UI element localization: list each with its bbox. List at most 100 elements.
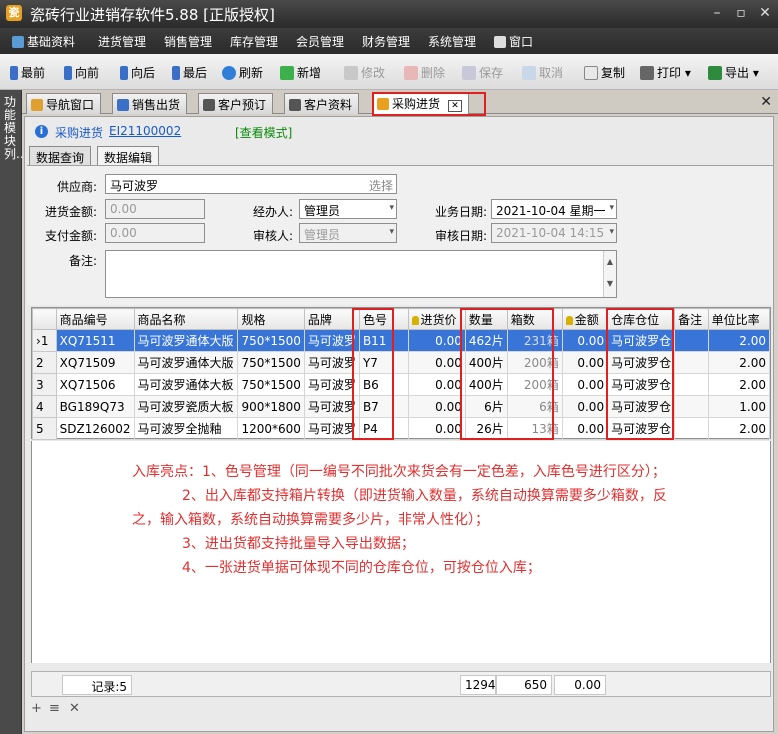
cell-qty[interactable]: 400片	[464, 373, 508, 396]
supplier-select-button[interactable]: 选择	[369, 177, 393, 193]
tab-customer-order[interactable]: 客户预订	[198, 93, 274, 114]
col-header-warehouse[interactable]: 仓库仓位	[607, 308, 676, 330]
cell-name[interactable]: 马可波罗通体大版	[133, 329, 239, 352]
row-indicator[interactable]: 3	[32, 373, 57, 396]
table-row[interactable]: 2 XQ71509 马可波罗通体大版 750*1500 马可波罗 Y7 0.00…	[32, 351, 771, 374]
maximize-icon[interactable]: ▫	[732, 4, 750, 22]
save-button[interactable]: 保存	[462, 64, 503, 81]
cell-price[interactable]: 0.00	[407, 395, 466, 418]
cell-qty[interactable]: 400片	[464, 351, 508, 374]
col-header-ratio[interactable]: 单位比率	[707, 308, 771, 330]
cell-spec[interactable]: 750*1500	[237, 351, 305, 374]
cell-color[interactable]: P4	[358, 417, 409, 440]
col-header-price[interactable]: 进货价	[407, 308, 466, 330]
cell-code[interactable]: XQ71509	[55, 351, 135, 374]
col-header-boxes[interactable]: 箱数	[506, 308, 563, 330]
cell-brand[interactable]: 马可波罗	[303, 395, 360, 418]
close-icon[interactable]: ✕	[756, 4, 774, 22]
cell-code[interactable]: SDZ126002	[55, 417, 135, 440]
cell-amount[interactable]: 0.00	[561, 417, 609, 440]
cell-code[interactable]: XQ71506	[55, 373, 135, 396]
refresh-button[interactable]: 刷新	[222, 64, 263, 81]
cell-note[interactable]	[674, 417, 709, 440]
table-row[interactable]: 5 SDZ126002 马可波罗全抛釉 1200*600 马可波罗 P4 0.0…	[32, 417, 771, 440]
reviewer-select[interactable]: 管理员 ▾	[299, 223, 397, 243]
cell-ratio[interactable]: 1.00	[707, 395, 771, 418]
tab-sales-out[interactable]: 销售出货	[112, 93, 188, 114]
cell-code[interactable]: BG189Q73	[55, 395, 135, 418]
col-header-spec[interactable]: 规格	[237, 308, 305, 330]
delete-button[interactable]: 删除	[404, 64, 445, 81]
cell-warehouse[interactable]: 马可波罗仓	[607, 351, 676, 374]
row-indicator[interactable]: 5	[32, 417, 57, 440]
col-header-code[interactable]: 商品编号	[55, 308, 135, 330]
cell-ratio[interactable]: 2.00	[707, 329, 771, 352]
cell-warehouse[interactable]: 马可波罗仓	[607, 373, 676, 396]
function-module-sidebar[interactable]: 功能模块列...	[0, 90, 27, 734]
edit-button[interactable]: 修改	[344, 64, 385, 81]
cell-name[interactable]: 马可波罗瓷质大板	[133, 395, 239, 418]
table-row[interactable]: ›1 XQ71511 马可波罗通体大版 750*1500 马可波罗 B11 0.…	[32, 329, 771, 352]
menu-system[interactable]: 系统管理	[428, 33, 476, 50]
cell-boxes[interactable]: 200箱	[506, 351, 563, 374]
cell-note[interactable]	[674, 395, 709, 418]
row-indicator[interactable]: 4	[32, 395, 57, 418]
col-header-brand[interactable]: 品牌	[303, 308, 360, 330]
cell-boxes[interactable]: 13箱	[506, 417, 563, 440]
cell-spec[interactable]: 750*1500	[237, 373, 305, 396]
tab-purchase-in[interactable]: 采购进货 ✕	[372, 92, 470, 115]
cell-amount[interactable]: 0.00	[561, 329, 609, 352]
edit-row-icon[interactable]: ≡	[49, 702, 60, 715]
cell-ratio[interactable]: 2.00	[707, 351, 771, 374]
cell-note[interactable]	[674, 329, 709, 352]
cell-note[interactable]	[674, 373, 709, 396]
print-button[interactable]: 打印 ▾	[640, 64, 691, 81]
cell-warehouse[interactable]: 马可波罗仓	[607, 417, 676, 440]
cell-brand[interactable]: 马可波罗	[303, 329, 360, 352]
menu-member[interactable]: 会员管理	[296, 33, 344, 50]
cell-warehouse[interactable]: 马可波罗仓	[607, 395, 676, 418]
cancel-button[interactable]: 取消	[522, 64, 563, 81]
minimize-icon[interactable]: –	[708, 4, 726, 22]
export-button[interactable]: 导出 ▾	[708, 64, 759, 81]
next-button[interactable]: 向后	[120, 64, 155, 81]
row-indicator[interactable]: ›1	[32, 329, 57, 352]
handler-select[interactable]: 管理员 ▾	[299, 199, 397, 219]
menu-window[interactable]: 窗口	[494, 33, 533, 50]
in-amount-field[interactable]: 0.00	[105, 199, 205, 219]
cell-spec[interactable]: 1200*600	[237, 417, 305, 440]
cell-spec[interactable]: 900*1800	[237, 395, 305, 418]
cell-price[interactable]: 0.00	[407, 351, 466, 374]
cell-name[interactable]: 马可波罗通体大板	[133, 373, 239, 396]
cell-amount[interactable]: 0.00	[561, 351, 609, 374]
cell-brand[interactable]: 马可波罗	[303, 417, 360, 440]
pay-amount-field[interactable]: 0.00	[105, 223, 205, 243]
subtab-data-edit[interactable]: 数据编辑	[97, 146, 160, 165]
cell-amount[interactable]: 0.00	[561, 373, 609, 396]
table-row[interactable]: 4 BG189Q73 马可波罗瓷质大板 900*1800 马可波罗 B7 0.0…	[32, 395, 771, 418]
col-header-qty[interactable]: 数量	[464, 308, 508, 330]
tab-navigation[interactable]: 导航窗口	[26, 93, 102, 114]
cell-ratio[interactable]: 2.00	[707, 373, 771, 396]
cell-code[interactable]: XQ71511	[55, 329, 135, 352]
tab-customer-info[interactable]: 客户资料	[284, 93, 360, 114]
cell-qty[interactable]: 6片	[464, 395, 508, 418]
cell-color[interactable]: B11	[358, 329, 409, 352]
menu-sales[interactable]: 销售管理	[164, 33, 212, 50]
cell-spec[interactable]: 750*1500	[237, 329, 305, 352]
add-row-icon[interactable]: +	[31, 702, 42, 715]
cell-boxes[interactable]: 200箱	[506, 373, 563, 396]
menu-basic-data[interactable]: 基础资料	[12, 33, 75, 50]
cell-brand[interactable]: 马可波罗	[303, 373, 360, 396]
doc-number-link[interactable]: EI21100002	[109, 124, 181, 138]
cell-warehouse[interactable]: 马可波罗仓	[607, 329, 676, 352]
menu-purchase[interactable]: 进货管理	[98, 33, 146, 50]
cell-ratio[interactable]: 2.00	[707, 417, 771, 440]
delete-row-icon[interactable]: ✕	[69, 702, 80, 715]
table-row[interactable]: 3 XQ71506 马可波罗通体大板 750*1500 马可波罗 B6 0.00…	[32, 373, 771, 396]
cell-note[interactable]	[674, 351, 709, 374]
cell-name[interactable]: 马可波罗全抛釉	[133, 417, 239, 440]
subtab-data-query[interactable]: 数据查询	[29, 146, 92, 165]
col-header-color[interactable]: 色号	[358, 308, 409, 330]
cell-price[interactable]: 0.00	[407, 373, 466, 396]
